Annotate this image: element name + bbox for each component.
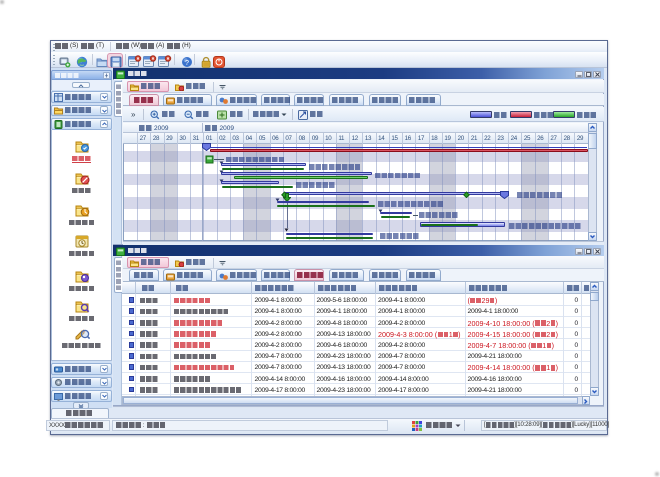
svg-text:?: ?: [185, 57, 189, 66]
